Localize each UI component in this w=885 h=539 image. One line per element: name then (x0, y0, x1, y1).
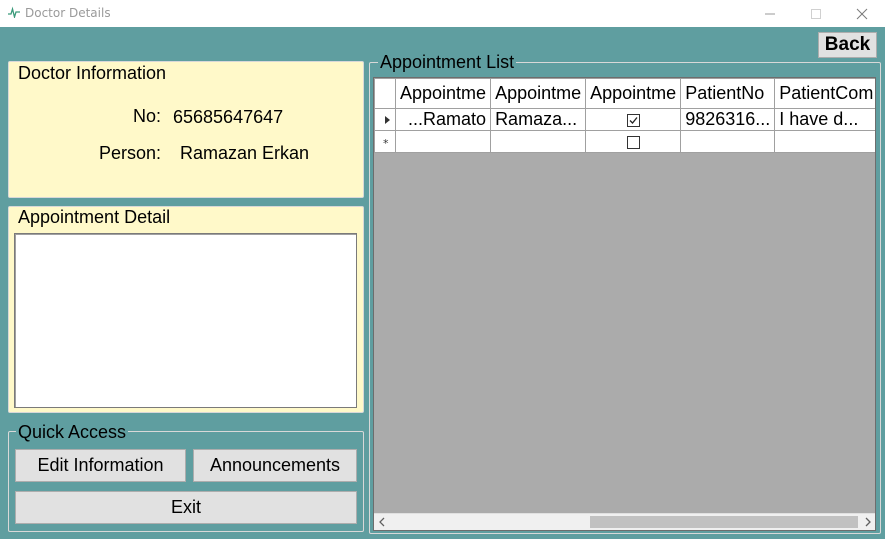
minimize-button[interactable] (747, 0, 793, 27)
scroll-right-button[interactable] (858, 514, 875, 530)
checkmark-icon (629, 116, 638, 124)
table-row[interactable]: Ramato... Ramaza... 9826316... I have d.… (374, 108, 875, 131)
new-row-icon: * (383, 137, 389, 150)
heartbeat-icon (8, 6, 20, 18)
table-cell[interactable] (680, 130, 776, 153)
table-cell[interactable] (394, 130, 492, 153)
appointment-table: Appointme Appointme Appointme PatientNo … (374, 78, 875, 153)
column-header[interactable]: Appointme (490, 78, 587, 109)
maximize-icon (811, 9, 821, 19)
announcements-button[interactable]: Announcements (193, 449, 357, 482)
table-cell[interactable]: Ramaza... (490, 108, 587, 131)
maximize-button[interactable] (793, 0, 839, 27)
horizontal-scrollbar[interactable] (374, 513, 875, 530)
chevron-right-icon (865, 517, 871, 527)
row-header[interactable]: * (374, 130, 396, 153)
scrollbar-thumb[interactable] (590, 516, 858, 528)
checkbox[interactable] (626, 135, 640, 149)
row-header[interactable] (374, 108, 396, 131)
appointment-list-title: Appointment List (378, 52, 517, 72)
table-row[interactable]: * (374, 130, 875, 153)
appointment-grid[interactable]: Appointme Appointme Appointme PatientNo … (373, 77, 876, 531)
appointment-detail-textbox[interactable] (14, 233, 357, 408)
quick-access-title: Quick Access (16, 422, 129, 442)
minimize-icon (765, 13, 775, 15)
table-cell[interactable]: 9826316... (680, 108, 776, 131)
doctor-no-label: No: (133, 106, 162, 126)
title-bar: Doctor Details (0, 0, 885, 27)
column-header[interactable]: PatientCom (774, 78, 875, 109)
edit-information-button[interactable]: Edit Information (15, 449, 186, 482)
header-row: Appointme Appointme Appointme PatientNo … (374, 78, 875, 109)
close-icon (856, 8, 868, 20)
table-cell[interactable]: Ramato... (394, 108, 492, 131)
column-header[interactable]: PatientNo (680, 78, 776, 109)
table-cell-checkbox[interactable] (585, 108, 682, 131)
scroll-left-button[interactable] (374, 514, 391, 530)
current-row-icon (385, 116, 390, 125)
table-cell[interactable]: I have d... (774, 108, 875, 131)
corner-header (374, 78, 396, 109)
window-title: Doctor Details (25, 6, 111, 20)
back-button[interactable]: Back (818, 32, 877, 58)
close-button[interactable] (839, 0, 885, 27)
doctor-person-value: Ramazan Erkan (180, 143, 310, 163)
appointment-detail-title: Appointment Detail (16, 207, 173, 227)
table-cell[interactable] (490, 130, 587, 153)
doctor-person-label: Person: (99, 143, 162, 163)
column-header[interactable]: Appointme (394, 78, 492, 109)
chevron-left-icon (378, 517, 384, 527)
checkbox[interactable] (626, 113, 640, 127)
column-header[interactable]: Appointme (585, 78, 682, 109)
table-cell[interactable] (774, 130, 875, 153)
svg-text:*: * (383, 137, 389, 149)
doctor-no-value: 65685647647 (173, 107, 284, 127)
table-cell-checkbox[interactable] (585, 130, 682, 153)
exit-button[interactable]: Exit (15, 491, 357, 524)
doctor-information-title: Doctor Information (16, 63, 169, 83)
